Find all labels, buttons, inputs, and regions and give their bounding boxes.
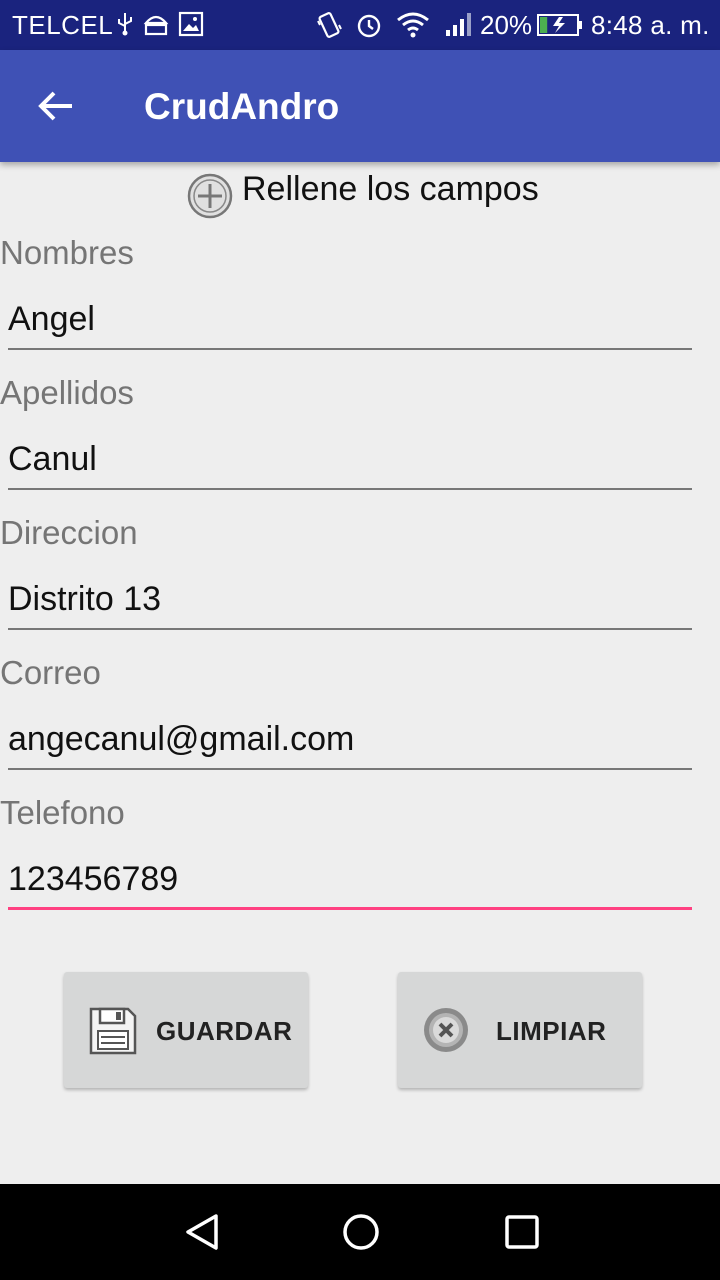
clear-circle-icon: [424, 1008, 468, 1052]
label-direccion: Direccion: [0, 514, 138, 551]
telefono-underline: [8, 907, 692, 910]
clear-button-label: LIMPIAR: [496, 1016, 607, 1046]
apellidos-underline: [8, 488, 692, 490]
direccion-field[interactable]: Distrito 13: [8, 566, 692, 630]
notification-icons: [116, 11, 204, 37]
system-icons: [316, 11, 472, 39]
apellidos-value: Canul: [8, 440, 97, 478]
floppy-disk-icon: [89, 1007, 137, 1055]
android-debug-icon: [143, 15, 169, 36]
status-bar: TELCEL 20% 8:48 a. m.: [0, 0, 720, 50]
signal-icon: [446, 13, 471, 36]
label-telefono: Telefono: [0, 794, 125, 831]
vibrate-icon: [317, 12, 342, 38]
nombres-value: Angel: [8, 300, 95, 338]
add-circle-icon: [187, 173, 233, 219]
label-apellidos: Apellidos: [0, 374, 134, 411]
back-triangle-icon[interactable]: [182, 1212, 222, 1252]
correo-field[interactable]: angecanul@gmail.com: [8, 706, 692, 770]
home-circle-icon[interactable]: [342, 1212, 380, 1252]
telefono-field[interactable]: 123456789: [8, 846, 692, 910]
direccion-value: Distrito 13: [8, 580, 162, 618]
battery-charging-icon: [537, 14, 582, 36]
clock: 8:48 a. m.: [591, 10, 710, 40]
correo-underline: [8, 768, 692, 770]
save-button[interactable]: GUARDAR: [64, 972, 308, 1088]
app-bar: CrudAndro: [0, 50, 720, 162]
nombres-field[interactable]: Angel: [8, 286, 692, 350]
battery-percent: 20%: [480, 10, 533, 40]
arrow-back-icon[interactable]: [36, 86, 76, 126]
recents-square-icon[interactable]: [504, 1212, 540, 1252]
app-title: CrudAndro: [144, 86, 340, 127]
carrier-name: TELCEL: [12, 10, 114, 40]
form-heading-text: Rellene los campos: [242, 170, 539, 208]
alarm-icon: [357, 14, 381, 38]
label-correo: Correo: [0, 654, 101, 691]
direccion-underline: [8, 628, 692, 630]
navigation-bar: [0, 1184, 720, 1280]
wifi-icon: [397, 12, 429, 38]
correo-value: angecanul@gmail.com: [8, 720, 355, 758]
save-button-label: GUARDAR: [156, 1016, 293, 1046]
form-heading: Rellene los campos: [0, 170, 720, 220]
apellidos-field[interactable]: Canul: [8, 426, 692, 490]
label-nombres: Nombres: [0, 234, 134, 271]
clear-button[interactable]: LIMPIAR: [398, 972, 642, 1088]
image-icon: [178, 11, 204, 37]
telefono-value: 123456789: [8, 860, 179, 898]
usb-icon: [118, 13, 132, 36]
nombres-underline: [8, 348, 692, 350]
